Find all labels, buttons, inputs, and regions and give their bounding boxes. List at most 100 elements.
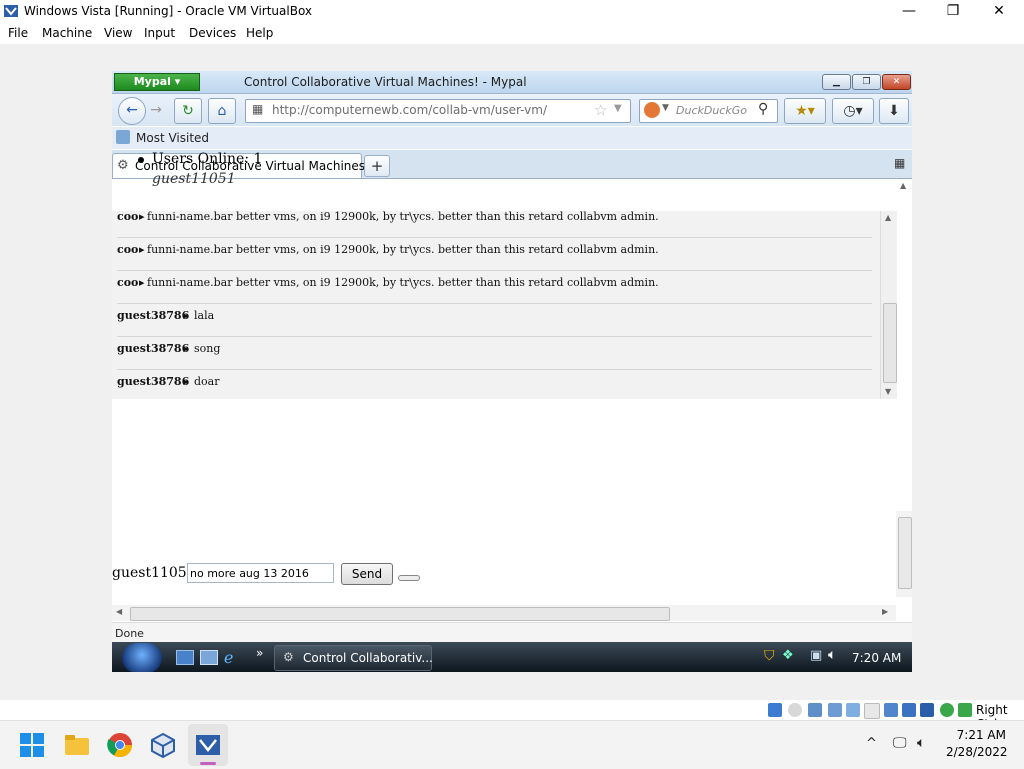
scroll-up-arrow-icon[interactable]: ▲ [885,213,891,222]
hard-disk-icon[interactable] [768,703,782,717]
mypal-menu-label: Mypal [133,75,171,88]
users-online-count: Users Online: 1 [152,151,263,167]
security-shield-icon[interactable]: ⛉ [764,648,775,664]
display-icon[interactable] [884,703,898,717]
switch-windows-icon[interactable] [200,650,218,665]
optical-drive-icon[interactable] [788,703,802,717]
search-engine-dropdown-icon[interactable]: ▼ [662,103,669,113]
vista-clock[interactable]: 7:20 AM [852,651,901,665]
url-dropdown-icon[interactable]: ▼ [614,103,622,114]
audio-icon[interactable] [808,703,822,717]
site-identity-icon[interactable]: ▦ [252,102,263,116]
chat-text: funni-name.bar better vms, on i9 12900k,… [147,211,659,223]
minimize-button[interactable]: — [886,0,932,22]
page-scroll-thumb[interactable] [898,517,912,589]
chrome-icon[interactable] [107,732,133,758]
menu-input[interactable]: Input [144,26,175,40]
network-adapter-icon[interactable] [828,703,842,717]
back-arrow-icon[interactable]: ← [118,97,146,125]
vista-start-orb-icon[interactable] [122,643,162,672]
taskbar-app-icon: ⚙ [283,650,294,664]
window-title: Windows Vista [Running] - Oracle VM Virt… [24,4,313,18]
bookmarks-menu-icon[interactable]: ★▾ [784,98,826,124]
reload-icon[interactable]: ↻ [174,98,202,124]
vista-taskbar: ℯ » ⚙ Control Collaborativ... ⛉ ❖ ▣ 🔈︎ 7… [112,642,912,672]
menu-machine[interactable]: Machine [42,26,92,40]
search-bar[interactable]: ▼ DuckDuckGo ⚲ [639,99,778,123]
list-all-tabs-icon[interactable]: ▦ [894,156,905,170]
chat-username: guest38786 [117,342,190,355]
mypal-menu-button[interactable]: Mypal ▾ [114,73,200,91]
network-icon[interactable]: ▣ [810,648,822,663]
network-status-icon[interactable]: 🖵︎ [893,735,907,751]
chat-scroll-thumb[interactable] [883,303,897,383]
taskbar-item-label: Control Collaborativ... [303,651,433,665]
search-icon[interactable]: ⚲ [758,101,768,117]
menu-file[interactable]: File [8,26,28,40]
send-button[interactable]: Send [341,563,393,585]
duckduckgo-icon[interactable] [644,102,660,118]
scroll-up-arrow-icon[interactable]: ▲ [900,181,906,190]
empty-button[interactable] [398,575,420,581]
keyboard-capture-icon[interactable] [958,703,972,717]
quicklaunch-more-icon[interactable]: » [256,646,263,660]
show-desktop-icon[interactable] [176,650,194,665]
host-clock-date[interactable]: 2/28/2022 [946,745,1008,759]
online-user-name[interactable]: guest11051 [152,171,236,187]
bookmark-star-icon[interactable]: ☆ [594,101,607,119]
chat-scrollbar[interactable]: ▲ ▼ [880,211,897,399]
tray-overflow-chevron-icon[interactable]: ^ [866,736,877,751]
url-bar[interactable]: ▦ http://computernewb.com/collab-vm/user… [245,99,631,123]
chat-username: coo [117,211,139,223]
chat-message: guest38786 ▸ doar [117,370,872,399]
guest-screen[interactable]: Mypal ▾ Control Collaborative Virtual Ma… [112,71,912,672]
horizontal-scrollbar[interactable]: ◀ ▶ [112,605,896,621]
most-visited-bookmark[interactable]: Most Visited [136,131,209,145]
horizontal-scroll-thumb[interactable] [130,607,670,621]
vista-vm-window-icon[interactable] [195,732,221,758]
scroll-left-arrow-icon[interactable]: ◀ [116,607,122,616]
speaker-icon[interactable]: 🔈︎ [917,735,925,751]
virtualbox-icon[interactable] [150,732,176,758]
taskbar-item-browser[interactable]: ⚙ Control Collaborativ... [274,645,433,671]
history-clock-icon[interactable]: ◷▾ [832,98,874,124]
file-explorer-icon[interactable] [64,732,90,758]
forward-arrow-icon[interactable]: → [145,98,167,122]
windows-update-icon[interactable]: ❖ [782,648,794,663]
chat-arrow-icon: ▸ [139,276,145,289]
menu-devices[interactable]: Devices [189,26,236,40]
chat-username-label: guest11051 [112,565,196,581]
windows-start-icon[interactable] [19,732,45,758]
downloads-arrow-icon[interactable]: ⬇ [879,98,909,124]
menu-view[interactable]: View [104,26,132,40]
chat-message-input[interactable] [187,563,334,583]
chat-log[interactable]: coo ▸ funni-name.bar better vms, on i9 1… [112,211,896,399]
chat-text: song [194,342,221,355]
shared-folders-icon[interactable] [864,703,880,719]
mouse-integration-icon[interactable] [940,703,954,717]
close-button[interactable]: ✕ [976,0,1022,22]
chat-arrow-icon: ▸ [183,375,189,388]
browser-close-button[interactable]: ✕ [882,74,911,90]
page-scrollbar-lower[interactable] [896,511,912,597]
chat-message: guest38786 ▸ song [117,337,872,370]
volume-icon[interactable]: 🔈︎ [828,647,836,663]
menu-help[interactable]: Help [246,26,273,40]
chat-username: coo [117,243,139,256]
usb-icon[interactable] [846,703,860,717]
chat-text: doar [194,375,220,388]
virtualbox-app-icon [4,5,18,17]
maximize-button[interactable]: ❐ [930,0,976,22]
recording-icon[interactable] [902,703,916,717]
internet-explorer-icon[interactable]: ℯ [224,648,233,667]
host-clock-time[interactable]: 7:21 AM [946,728,1006,742]
vt-x-icon[interactable] [920,703,934,717]
page-vertical-scrollbar[interactable]: ▲ [896,179,912,497]
new-tab-button[interactable]: + [364,155,390,177]
chat-arrow-icon: ▸ [183,309,189,322]
browser-minimize-button[interactable]: ▁ [822,74,851,90]
scroll-down-arrow-icon[interactable]: ▼ [885,387,891,396]
home-icon[interactable]: ⌂ [208,98,236,124]
browser-restore-button[interactable]: ❐ [852,74,881,90]
scroll-right-arrow-icon[interactable]: ▶ [882,607,888,616]
